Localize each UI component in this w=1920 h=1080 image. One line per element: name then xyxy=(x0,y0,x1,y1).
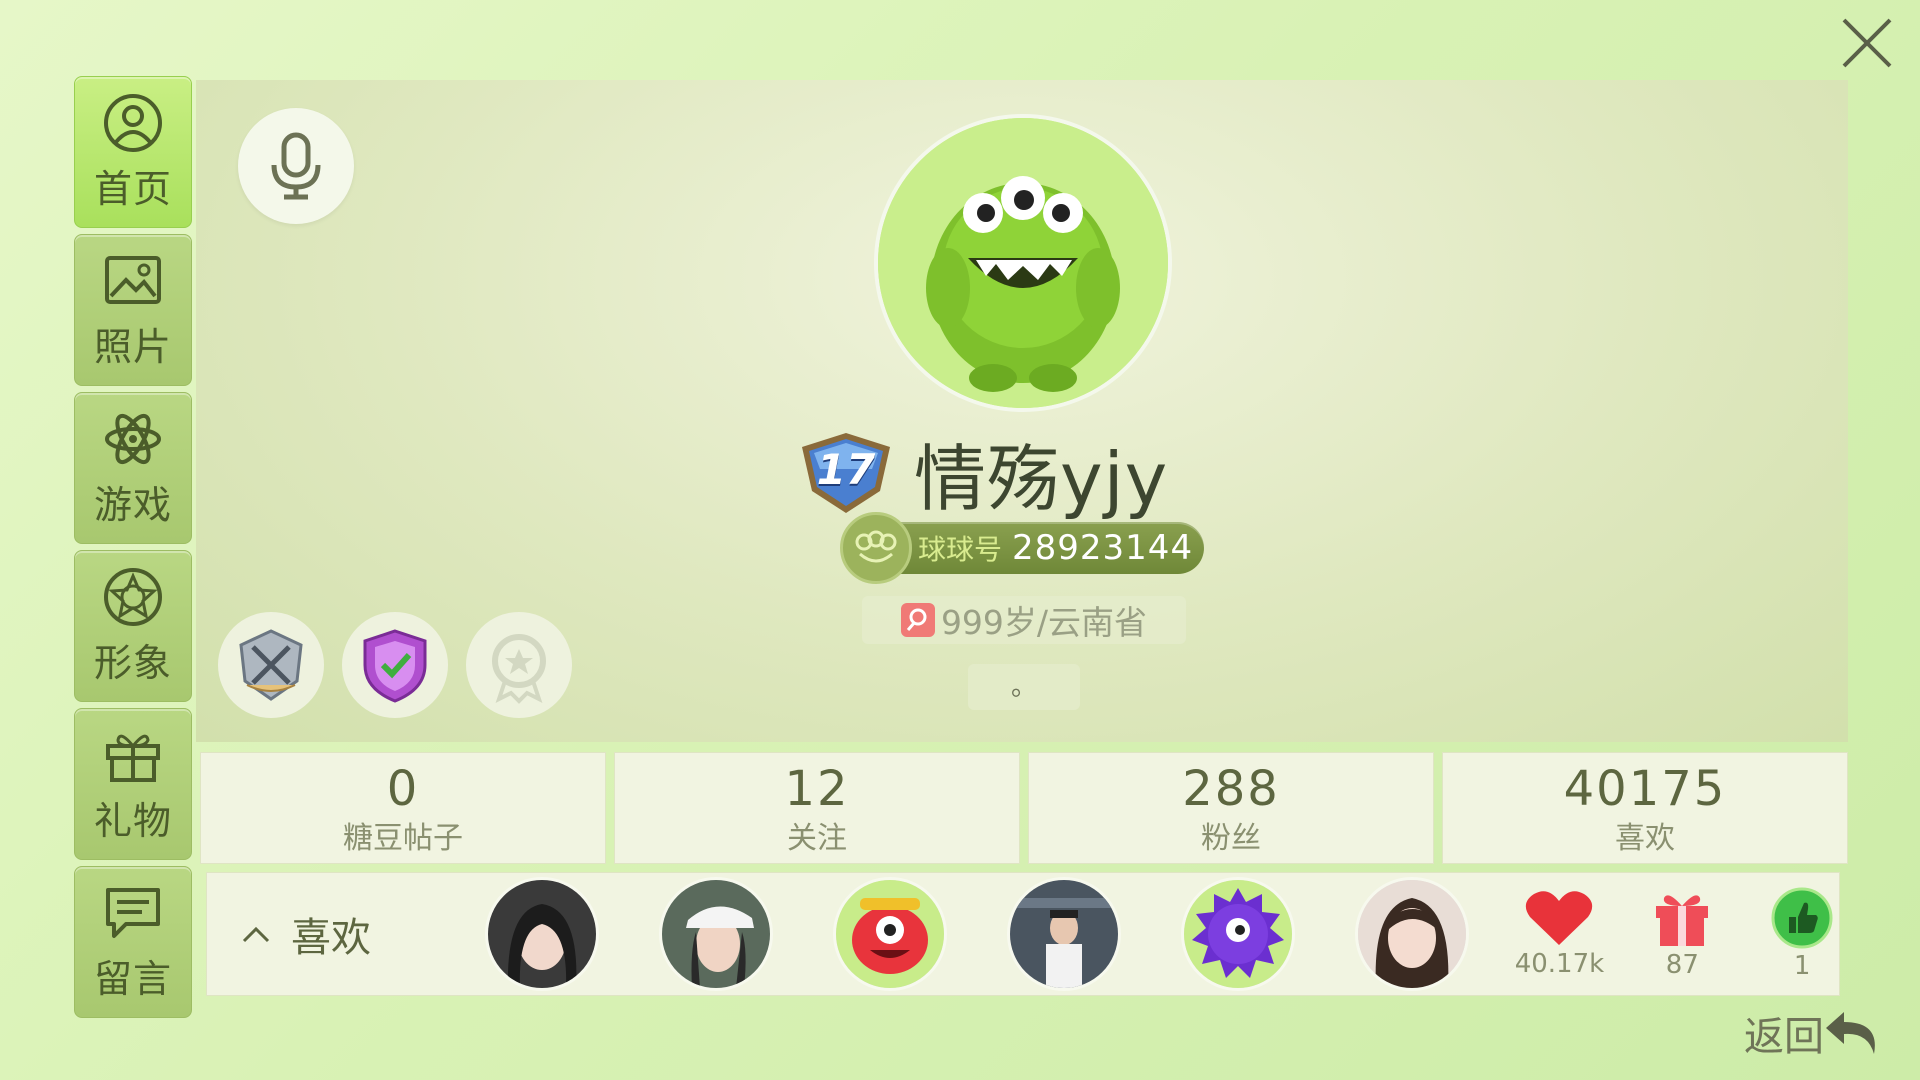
age-location-text: 999岁/云南省 xyxy=(940,603,1148,642)
likes-toggle[interactable]: 喜欢 xyxy=(241,905,425,963)
three-eyed-monster-icon xyxy=(840,512,912,584)
liker-avatar-3[interactable] xyxy=(833,877,948,991)
thumbs-counter-value: 1 xyxy=(1793,951,1811,981)
stats-row: 0 糖豆帖子 12 关注 288 粉丝 40175 喜欢 xyxy=(200,752,1856,864)
person-photo-icon xyxy=(662,880,771,988)
level-badge: 17 xyxy=(796,429,896,517)
return-arrow-icon xyxy=(1826,1012,1875,1054)
stat-following[interactable]: 12 关注 xyxy=(614,752,1020,864)
sidebar-item-photos[interactable]: 照片 xyxy=(74,234,192,386)
purple-check-shield-icon xyxy=(363,629,427,703)
medal-silver[interactable] xyxy=(218,612,324,718)
person-photo-icon xyxy=(1010,880,1119,988)
liker-avatar-2[interactable] xyxy=(659,877,774,991)
stat-likes-label: 喜欢 xyxy=(1615,821,1675,856)
liker-avatar-4[interactable] xyxy=(1007,877,1122,991)
back-label: 返回 xyxy=(1744,1014,1824,1060)
photo-icon xyxy=(105,255,161,304)
close-icon xyxy=(1842,18,1892,68)
liker-avatar-1[interactable] xyxy=(485,877,600,991)
gift-counter[interactable]: 87 xyxy=(1645,888,1719,980)
profile-panel: 17 情殇yjy 球球号 28923144 999岁/云南省 。 xyxy=(196,80,1848,742)
age-location-pill: 999岁/云南省 xyxy=(862,596,1186,644)
like-counter[interactable]: 40.17k xyxy=(1515,889,1604,979)
person-photo-icon xyxy=(1358,880,1467,988)
stat-posts[interactable]: 0 糖豆帖子 xyxy=(200,752,606,864)
voice-button[interactable] xyxy=(238,108,354,224)
profile-icon xyxy=(104,93,162,152)
heart-icon xyxy=(1526,891,1593,945)
gift-box-icon xyxy=(1656,895,1709,946)
stat-posts-label: 糖豆帖子 xyxy=(343,821,463,856)
female-icon xyxy=(900,603,935,637)
atom-icon xyxy=(105,413,161,464)
like-counter-value: 40.17k xyxy=(1514,949,1605,979)
medal-purple[interactable] xyxy=(342,612,448,718)
nickname: 情殇yjy xyxy=(914,437,1169,521)
purple-monster-avatar-icon xyxy=(1184,880,1293,988)
gift-icon xyxy=(106,734,160,782)
thumbs-counter[interactable]: 1 xyxy=(1765,887,1839,981)
sidebar-item-gifts[interactable]: 礼物 xyxy=(74,708,192,860)
silver-axes-medal-icon xyxy=(239,629,303,701)
back-button[interactable]: 返回 xyxy=(1744,1004,1880,1062)
user-id-value: 28923144 xyxy=(1012,528,1194,568)
sidebar-label-avatar: 形象 xyxy=(93,640,172,685)
signature: 。 xyxy=(968,664,1080,710)
name-row: 17 情殇yjy xyxy=(796,420,1168,525)
microphone-icon xyxy=(271,132,321,200)
star-circle-icon xyxy=(104,567,162,626)
stat-posts-value: 0 xyxy=(386,761,420,817)
locked-medal-icon xyxy=(492,634,546,704)
likes-row: 喜欢 40.17k 87 1 xyxy=(206,872,1840,996)
stat-fans-label: 粉丝 xyxy=(1201,821,1261,856)
medal-locked[interactable] xyxy=(466,612,572,718)
stat-fans[interactable]: 288 粉丝 xyxy=(1028,752,1434,864)
sidebar-label-home: 首页 xyxy=(93,166,172,211)
gift-counter-value: 87 xyxy=(1665,950,1699,980)
stat-likes[interactable]: 40175 喜欢 xyxy=(1442,752,1848,864)
message-icon xyxy=(106,887,160,938)
sidebar-item-avatar[interactable]: 形象 xyxy=(74,550,192,702)
liker-avatar-5[interactable] xyxy=(1181,877,1296,991)
sidebar-item-games[interactable]: 游戏 xyxy=(74,392,192,544)
profile-avatar[interactable] xyxy=(874,114,1172,412)
red-monster-avatar-icon xyxy=(836,880,945,988)
sidebar-item-home[interactable]: 首页 xyxy=(74,76,192,228)
thumbs-up-icon xyxy=(1771,887,1833,949)
chevron-up-icon xyxy=(242,926,270,943)
sidebar-label-games: 游戏 xyxy=(93,482,172,527)
sidebar-label-gifts: 礼物 xyxy=(93,798,172,843)
likes-toggle-label: 喜欢 xyxy=(291,915,371,961)
sidebar-label-photos: 照片 xyxy=(93,324,172,369)
liker-avatar-6[interactable] xyxy=(1355,877,1470,991)
sidebar-nav: 首页 照片 游戏 形象 礼物 留言 xyxy=(74,76,192,1024)
stat-likes-value: 40175 xyxy=(1563,761,1727,817)
medals-row xyxy=(218,612,590,718)
user-id-pill: 球球号 28923144 xyxy=(840,512,1204,584)
green-monster-avatar-icon xyxy=(878,118,1168,408)
person-photo-icon xyxy=(488,880,597,988)
sidebar-item-messages[interactable]: 留言 xyxy=(74,866,192,1018)
stat-fans-value: 288 xyxy=(1182,761,1280,817)
level-number: 17 xyxy=(816,444,876,494)
user-id-label: 球球号 xyxy=(918,533,1003,566)
sidebar-label-messages: 留言 xyxy=(93,956,172,1001)
stat-following-value: 12 xyxy=(784,761,850,817)
close-button[interactable] xyxy=(1832,8,1902,78)
stat-following-label: 关注 xyxy=(787,821,847,856)
